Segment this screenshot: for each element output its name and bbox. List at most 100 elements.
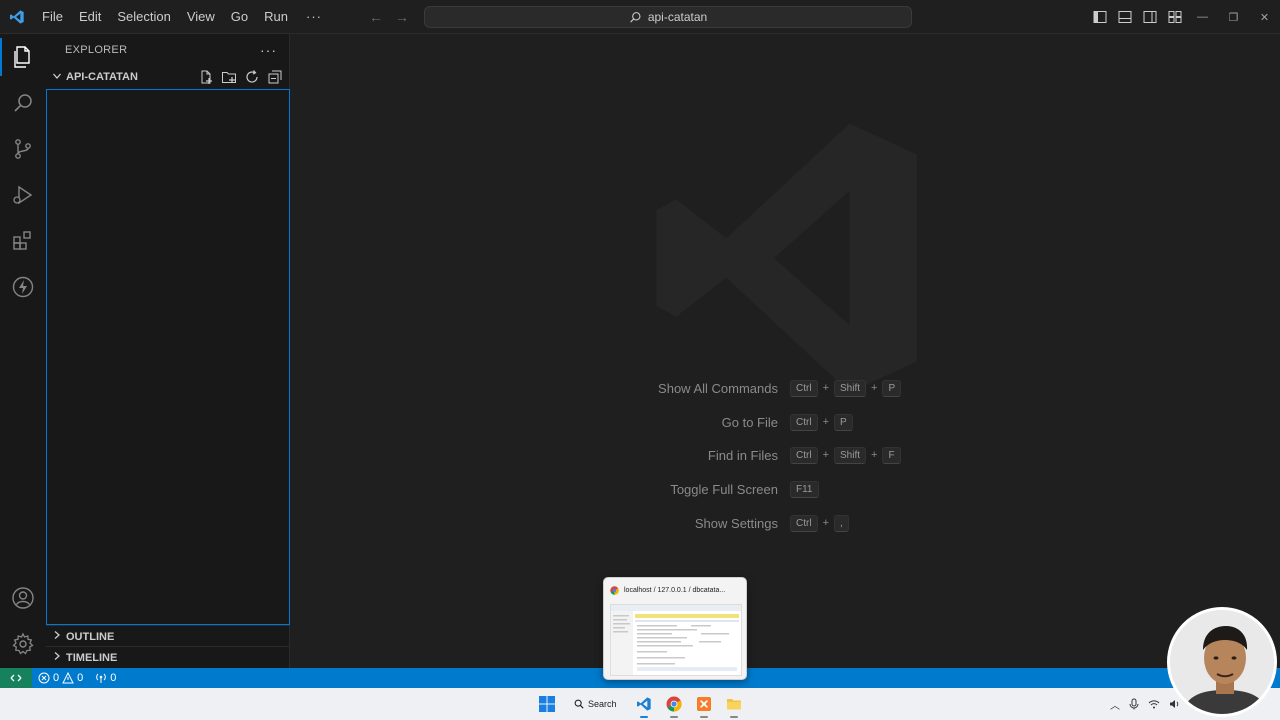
shortcut-go-to-file: Go to File Ctrl + P [290,411,1010,433]
activity-bar [0,34,46,668]
remote-icon [10,674,22,682]
search-icon [630,11,641,22]
explorer-more-button[interactable]: ··· [260,42,277,58]
collapse-all-icon[interactable] [267,69,283,85]
microphone-icon[interactable] [1129,698,1139,710]
menu-go[interactable]: Go [223,0,256,34]
search-icon[interactable] [0,80,46,126]
toggle-panel-icon[interactable] [1117,9,1133,25]
new-file-icon[interactable] [198,69,214,85]
explorer-header: EXPLORER ··· [46,34,289,66]
taskbar-search-button[interactable]: Search [566,693,625,715]
file-tree[interactable] [46,89,290,625]
back-arrow-icon[interactable]: ← [368,9,384,25]
shortcut-label: Show All Commands [658,380,778,396]
menu-run[interactable]: Run [256,0,296,34]
editor-empty-area [290,34,1280,668]
shortcut-key: F [882,446,901,464]
volume-icon[interactable] [1169,699,1181,709]
new-folder-icon[interactable] [221,69,237,85]
taskbar-file-explorer-icon[interactable] [723,693,745,718]
tray-overflow-icon[interactable]: ︿ [1110,697,1120,712]
explorer-icon[interactable] [0,34,46,80]
warning-count: 0 [77,672,84,684]
preview-thumbnail [610,604,742,676]
preview-title: localhost / 127.0.0.1 / dbcatata... [624,586,726,594]
menu-file[interactable]: File [34,0,71,34]
windows-start-icon[interactable] [536,693,558,715]
explorer-title: EXPLORER [65,44,128,56]
command-center-search[interactable]: api-catatan [424,6,912,28]
taskbar-vscode-icon[interactable] [633,693,655,718]
toggle-primary-sidebar-icon[interactable] [1092,9,1108,25]
shortcut-label: Find in Files [707,447,778,463]
preview-title-bar: localhost / 127.0.0.1 / dbcatata... [604,578,746,602]
shortcut-key: Shift [834,379,867,397]
remote-indicator[interactable] [0,668,32,688]
taskbar-chrome-icon[interactable] [663,693,685,718]
taskbar-window-preview[interactable]: localhost / 127.0.0.1 / dbcatata... [603,577,747,680]
taskbar-apps: Search [536,688,745,720]
source-control-icon[interactable] [0,126,46,172]
thunder-client-icon[interactable] [0,264,46,310]
restore-icon[interactable]: ❐ [1218,11,1249,24]
folder-name: API-CATATAN [66,71,138,83]
shortcut-key: P [882,379,902,397]
shortcut-key: , [834,514,849,532]
shortcut-key: Ctrl [790,379,818,397]
minimize-icon[interactable]: — [1187,11,1218,23]
broadcast-icon [96,673,107,683]
shortcut-show-settings: Show Settings Ctrl + , [290,512,1010,534]
search-icon [574,699,584,709]
folder-row[interactable]: API-CATATAN [46,66,289,88]
chevron-right-icon [52,630,66,643]
explorer-sidebar: EXPLORER ··· API-CATATAN OUTLINE TIMELIN… [46,34,290,668]
windows-taskbar: Search ︿ [0,688,1280,720]
shortcut-find-in-files: Find in Files Ctrl + Shift + F [290,444,1010,466]
wifi-icon[interactable] [1148,699,1160,709]
menu-more-button[interactable]: ··· [296,9,332,24]
webcam-overlay [1167,607,1277,717]
vscode-logo-icon [0,0,34,34]
close-icon[interactable]: ✕ [1249,11,1280,24]
outline-label: OUTLINE [66,630,115,643]
menu-selection[interactable]: Selection [109,0,178,34]
ports-count: 0 [110,672,117,684]
extensions-icon[interactable] [0,218,46,264]
shortcut-key: Ctrl [790,514,818,532]
shortcut-key: Ctrl [790,446,818,464]
window-controls: — ❐ ✕ [1187,0,1280,34]
menu-bar: File Edit Selection View Go Run ··· [34,0,332,34]
timeline-section[interactable]: TIMELINE [46,646,290,668]
system-tray: ︿ [1110,688,1181,720]
title-bar: File Edit Selection View Go Run ··· ← → … [0,0,1280,34]
warning-icon [62,672,74,684]
shortcut-key: Shift [834,446,867,464]
error-icon [38,672,50,684]
shortcut-show-all-commands: Show All Commands Ctrl + Shift + P [290,377,1010,399]
forward-arrow-icon[interactable]: → [394,9,410,25]
taskbar-search-label: Search [588,699,617,709]
error-count: 0 [53,672,60,684]
vscode-watermark-icon [656,123,917,393]
shortcut-key: Ctrl [790,413,818,431]
outline-section[interactable]: OUTLINE [46,625,290,647]
customize-layout-icon[interactable] [1167,9,1183,25]
gear-icon[interactable] [0,621,46,667]
toggle-secondary-sidebar-icon[interactable] [1142,9,1158,25]
accounts-icon[interactable] [0,575,46,621]
ports-indicator[interactable]: 0 [89,672,122,684]
shortcut-label: Show Settings [694,515,778,531]
shortcut-label: Toggle Full Screen [670,481,778,497]
shortcut-key: P [834,413,853,431]
shortcut-toggle-full-screen: Toggle Full Screen F11 [290,478,1010,500]
taskbar-xampp-icon[interactable] [693,693,715,718]
menu-edit[interactable]: Edit [71,0,109,34]
navigation-arrows: ← → [368,0,410,34]
problems-indicator[interactable]: 0 0 [32,672,89,684]
command-center-label: api-catatan [647,10,708,24]
refresh-icon[interactable] [244,69,260,85]
shortcut-label: Go to File [721,414,778,430]
menu-view[interactable]: View [179,0,223,34]
run-and-debug-icon[interactable] [0,172,46,218]
